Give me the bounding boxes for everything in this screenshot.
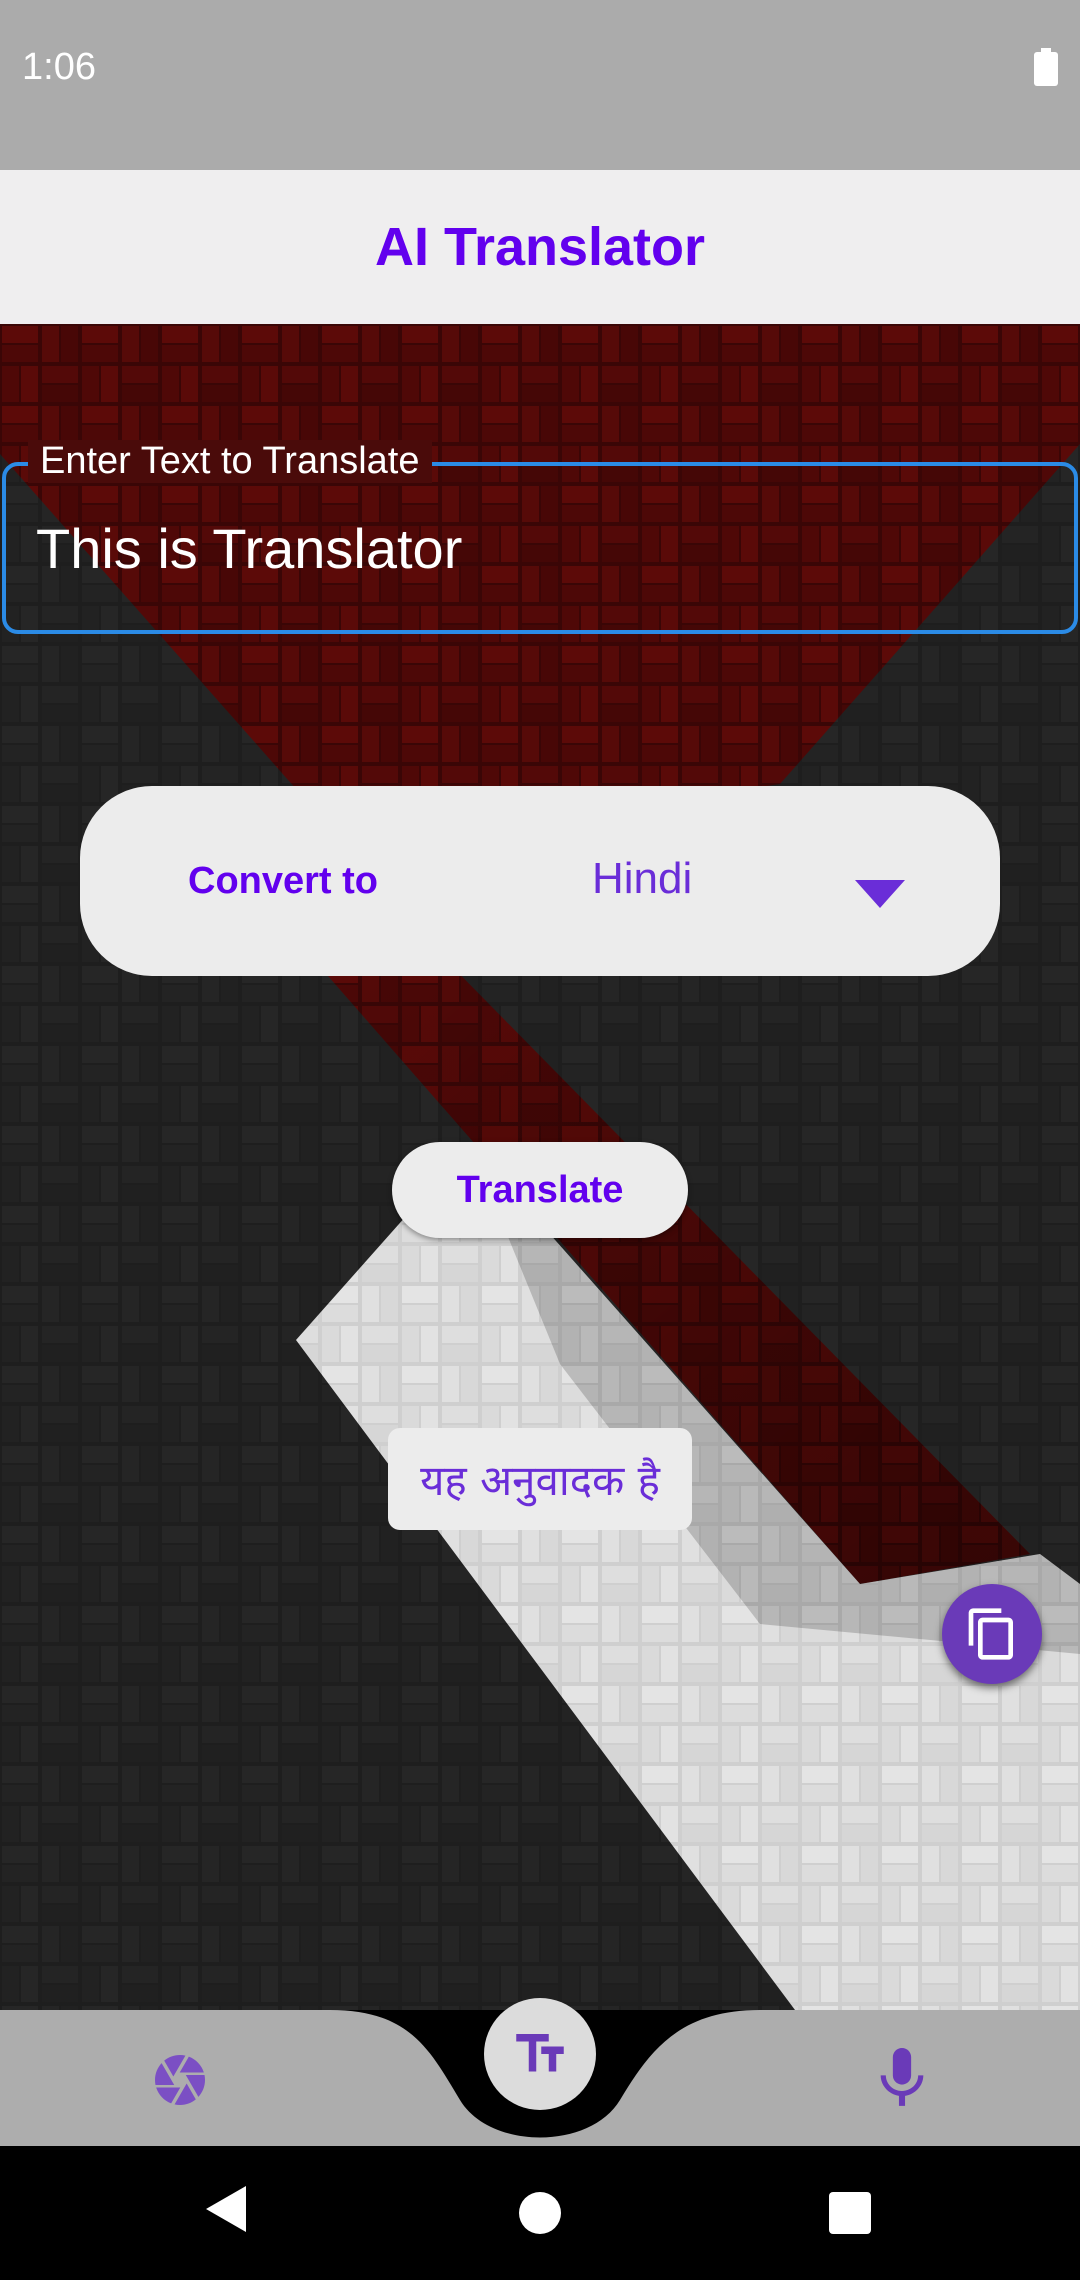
camera-aperture-icon [155, 2055, 205, 2105]
app-title: AI Translator [374, 217, 706, 277]
translate-label: Translate [456, 1168, 624, 1211]
camera-button[interactable] [150, 2050, 210, 2110]
result-text: यह अनुवादक है [420, 1455, 660, 1505]
translate-button[interactable]: Translate [392, 1142, 688, 1238]
status-bar: 1:06 [0, 0, 1080, 170]
input-value[interactable]: This is Translator [36, 516, 462, 581]
text-mode-button[interactable] [484, 1998, 596, 2110]
system-navigation-bar [0, 2146, 1080, 2280]
selected-language: Hindi [592, 854, 693, 903]
bottom-navigation [0, 1998, 1080, 2146]
translation-result: यह अनुवादक है [388, 1428, 692, 1530]
microphone-button[interactable] [880, 2048, 924, 2112]
recents-icon[interactable] [829, 2192, 871, 2234]
copy-button[interactable] [942, 1584, 1042, 1684]
microphone-icon [880, 2048, 924, 2106]
input-label: Enter Text to Translate [28, 440, 432, 483]
back-icon[interactable] [206, 2186, 246, 2232]
battery-full-icon [1034, 48, 1058, 86]
text-size-icon [516, 2034, 564, 2072]
chevron-down-icon [855, 880, 905, 908]
home-icon[interactable] [519, 2192, 561, 2234]
text-input-field[interactable]: Enter Text to Translate This is Translat… [2, 440, 1078, 634]
status-time: 1:06 [22, 46, 96, 88]
convert-card: Convert to Hindi [80, 786, 1000, 976]
copy-icon [968, 1608, 1013, 1660]
app-bar: AI Translator [0, 170, 1080, 324]
main-content: Enter Text to Translate This is Translat… [0, 324, 1080, 2010]
convert-label: Convert to [188, 860, 378, 902]
language-dropdown[interactable]: Hindi [510, 826, 930, 936]
